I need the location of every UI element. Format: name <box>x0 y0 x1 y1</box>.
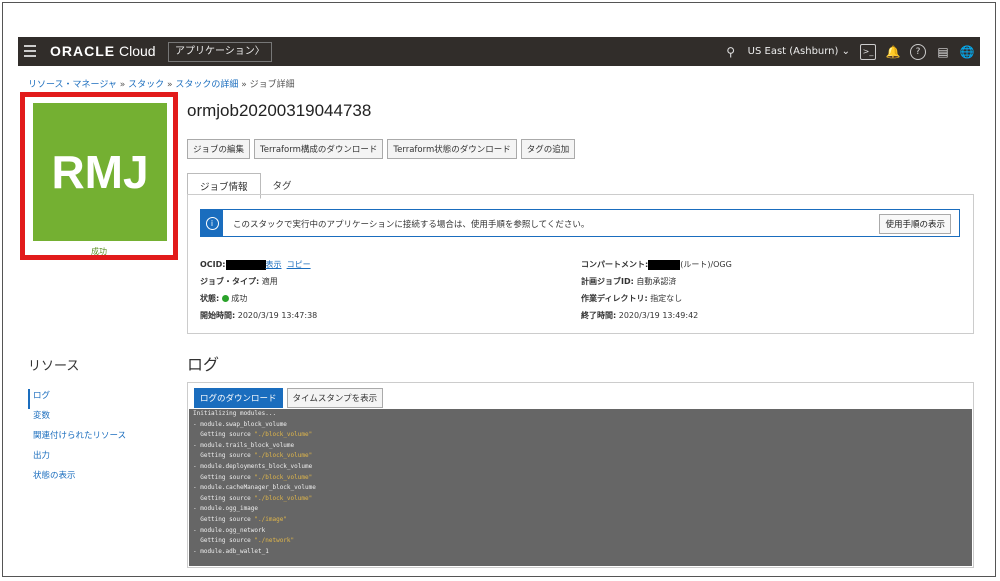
job-info-panel: i このスタックで実行中のアプリケーションに接続する場合は、使用手順を参照してく… <box>187 194 974 334</box>
search-icon[interactable]: ⚲ <box>724 45 738 59</box>
job-icon: RMJ <box>33 103 167 241</box>
working-directory-field: 作業ディレクトリ: 指定なし <box>581 294 683 303</box>
action-buttons: ジョブの編集 Terraform構成のダウンロード Terraform状態のダウ… <box>187 139 576 159</box>
job-icon-status: 成功 <box>91 247 107 256</box>
ocid-field: OCID: 表示 コピー <box>200 259 311 270</box>
log-line: - module.trails_block_volume <box>193 441 295 449</box>
menu-icon[interactable] <box>24 45 36 57</box>
download-log-button[interactable]: ログのダウンロード <box>194 388 283 408</box>
log-panel: ログのダウンロード タイムスタンプを表示 Initializing module… <box>187 382 974 568</box>
resources-nav: ログ 変数 関連付けられたリソース 出力 状態の表示 <box>28 389 126 489</box>
region-selector[interactable]: US East (Ashburn) ⌄ <box>748 46 850 57</box>
log-line: - module.deployments_block_volume <box>193 462 313 470</box>
breadcrumb-stack-details[interactable]: スタックの詳細 <box>175 80 238 90</box>
resources-item-outputs[interactable]: 出力 <box>28 449 126 469</box>
state-field: 状態: 成功 <box>200 294 248 303</box>
download-terraform-config-button[interactable]: Terraform構成のダウンロード <box>254 139 384 159</box>
start-time-field: 開始時間: 2020/3/19 13:47:38 <box>200 311 318 320</box>
log-line: Initializing modules... <box>193 410 277 417</box>
log-line: Getting source "./block_volume" <box>193 431 313 439</box>
breadcrumb: リソース・マネージャ » スタック » スタックの詳細 » ジョブ詳細 <box>28 80 295 90</box>
log-line: - module.swap_block_volume <box>193 420 287 428</box>
log-line: Getting source "./block_volume" <box>193 494 313 502</box>
end-time-field: 終了時間: 2020/3/19 13:49:42 <box>581 311 699 320</box>
info-icon: i <box>201 210 223 236</box>
log-line: - module.cacheManager_block_volume <box>193 484 316 492</box>
bell-icon[interactable]: 🔔 <box>886 45 901 59</box>
chat-icon[interactable]: ▤ <box>936 45 950 59</box>
log-console[interactable]: Initializing modules... - module.swap_blo… <box>189 409 972 566</box>
resources-item-logs[interactable]: ログ <box>28 389 126 409</box>
applications-button[interactable]: アプリケーション〉 <box>168 42 272 62</box>
job-icon-highlight: RMJ 成功 <box>20 92 178 260</box>
log-line: - module.ogg_image <box>193 505 259 513</box>
redacted-compartment <box>648 259 681 270</box>
log-line: Getting source "./image" <box>193 515 287 523</box>
info-banner-text: このスタックで実行中のアプリケーションに接続する場合は、使用手順を参照してくださ… <box>233 220 590 230</box>
edit-job-button[interactable]: ジョブの編集 <box>187 139 251 159</box>
log-line: - module.ogg_network <box>193 526 266 534</box>
help-icon[interactable]: ? <box>910 43 926 60</box>
breadcrumb-current: ジョブ詳細 <box>249 80 295 90</box>
success-status-icon <box>221 295 229 302</box>
globe-icon[interactable]: 🌐 <box>960 45 975 59</box>
resources-item-associated-resources[interactable]: 関連付けられたリソース <box>28 429 126 449</box>
plan-job-id-field: 計画ジョブID: 自動承認済 <box>581 277 677 286</box>
job-type-field: ジョブ・タイプ: 適用 <box>200 277 278 286</box>
page-title: ormjob20200319044738 <box>187 101 372 120</box>
cloud-shell-icon[interactable]: >_ <box>860 43 876 60</box>
ocid-show-link[interactable]: 表示 <box>266 260 282 269</box>
log-line: - module.adb_wallet_1 <box>193 547 269 555</box>
ocid-copy-link[interactable]: コピー <box>287 260 311 269</box>
info-banner: i このスタックで実行中のアプリケーションに接続する場合は、使用手順を参照してく… <box>200 209 960 237</box>
log-line: Getting source "./network" <box>193 537 295 545</box>
show-timestamps-button[interactable]: タイムスタンプを表示 <box>286 388 384 408</box>
top-navigation-bar: ORACLE Cloud アプリケーション〉 ⚲ US East (Ashbur… <box>18 37 980 66</box>
breadcrumb-stacks[interactable]: スタック <box>128 80 164 90</box>
log-line: Getting source "./block_volume" <box>193 473 313 481</box>
breadcrumb-resource-manager[interactable]: リソース・マネージャ <box>28 80 117 90</box>
show-instructions-button[interactable]: 使用手順の表示 <box>879 214 951 234</box>
download-terraform-state-button[interactable]: Terraform状態のダウンロード <box>387 139 517 159</box>
redacted-ocid <box>225 259 266 270</box>
oracle-cloud-logo[interactable]: ORACLE Cloud <box>50 43 156 59</box>
compartment-field: コンパートメント: (ルート)/OGG <box>581 259 732 270</box>
log-heading: ログ <box>187 355 220 374</box>
resources-item-view-state[interactable]: 状態の表示 <box>28 469 126 489</box>
resources-heading: リソース <box>28 359 80 374</box>
add-tags-button[interactable]: タグの追加 <box>520 139 576 159</box>
log-line: Getting source "./block_volume" <box>193 452 313 460</box>
resources-item-variables[interactable]: 変数 <box>28 409 126 429</box>
